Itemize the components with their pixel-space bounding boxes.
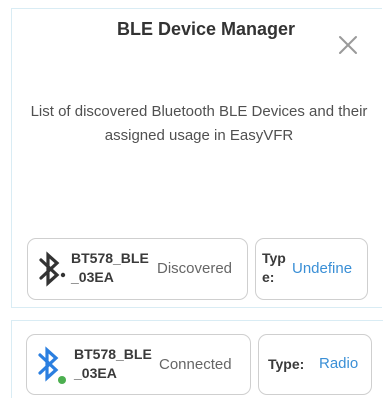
device-name: BT578_BLE_03EA bbox=[74, 346, 152, 381]
bluetooth-icon bbox=[36, 249, 66, 289]
ble-device-manager-dialog: BLE Device Manager List of discovered Bl… bbox=[11, 8, 382, 308]
device-status: Connected bbox=[159, 356, 232, 373]
device-name: BT578_BLE_03EA bbox=[71, 250, 149, 285]
device-type-selector[interactable]: Type: Radio bbox=[258, 334, 372, 395]
dialog-title: BLE Device Manager bbox=[116, 19, 296, 39]
device-status: Discovered bbox=[157, 260, 233, 277]
device-type-selector[interactable]: Type: Undefine bbox=[255, 238, 368, 300]
ble-device-manager-screen: BLE Device Manager List of discovered Bl… bbox=[0, 0, 383, 398]
type-value: Undefine bbox=[292, 260, 353, 277]
type-label: Type: bbox=[268, 356, 305, 372]
dialog-description: List of discovered Bluetooth BLE Devices… bbox=[30, 103, 368, 144]
device-card[interactable]: BT578_BLE_03EA Connected bbox=[26, 334, 251, 395]
connected-status-dot bbox=[58, 376, 66, 384]
device-card[interactable]: BT578_BLE_03EA Discovered bbox=[27, 238, 248, 300]
close-icon[interactable] bbox=[337, 34, 359, 56]
type-value: Radio bbox=[319, 355, 359, 372]
type-label: Type: bbox=[262, 250, 286, 285]
